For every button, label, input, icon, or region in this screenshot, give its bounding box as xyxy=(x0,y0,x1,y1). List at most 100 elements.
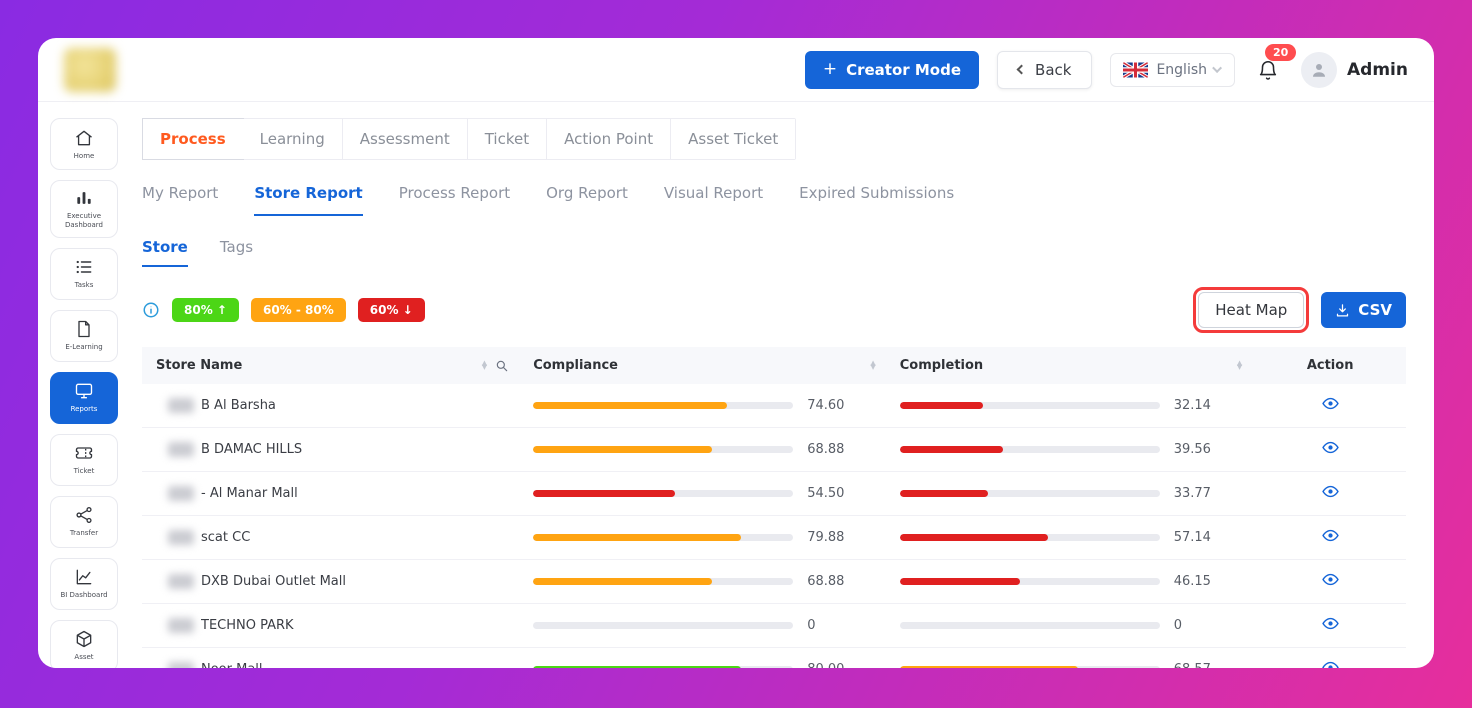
sidebar-item-ticket[interactable]: Ticket xyxy=(50,434,118,486)
tab-assessment[interactable]: Assessment xyxy=(343,119,468,159)
store-name: scat CC xyxy=(201,530,250,545)
download-icon xyxy=(1335,303,1350,318)
back-label: Back xyxy=(1035,61,1071,79)
csv-label: CSV xyxy=(1358,301,1392,319)
legend-low-badge: 60% ↓ xyxy=(358,298,425,322)
app-window: + Creator Mode Back English 20 xyxy=(38,38,1434,668)
home-icon xyxy=(74,128,94,148)
sidebar-item-transfer[interactable]: Transfer xyxy=(50,496,118,548)
sidebar-item-asset[interactable]: Asset xyxy=(50,620,118,669)
plus-icon: + xyxy=(823,61,837,78)
search-icon[interactable] xyxy=(495,359,509,373)
table-body: B Al Barsha 74.60 32.14 B DAMAC HILLS xyxy=(142,384,1406,668)
compliance-value: 79.88 xyxy=(807,530,851,545)
language-label: English xyxy=(1156,62,1207,78)
view-eye-icon[interactable] xyxy=(1322,483,1339,500)
compliance-value: 68.88 xyxy=(807,574,851,589)
tab-action-point[interactable]: Action Point xyxy=(547,119,671,159)
completion-value: 0 xyxy=(1174,618,1218,633)
completion-bar xyxy=(900,490,1160,497)
view-eye-icon[interactable] xyxy=(1322,571,1339,588)
store-name: Noor Mall xyxy=(201,662,263,668)
sort-icon[interactable]: ▲▼ xyxy=(1237,362,1242,370)
person-icon xyxy=(1310,61,1328,79)
tab-expired-submissions[interactable]: Expired Submissions xyxy=(799,184,954,216)
notifications-button[interactable]: 20 xyxy=(1257,58,1279,82)
table-row: DXB Dubai Outlet Mall 68.88 46.15 xyxy=(142,560,1406,604)
back-button[interactable]: Back xyxy=(997,51,1092,89)
sidebar-item-executive-dashboard[interactable]: Executive Dashboard xyxy=(50,180,118,238)
view-eye-icon[interactable] xyxy=(1322,527,1339,544)
sort-icon[interactable]: ▲▼ xyxy=(870,362,875,370)
compliance-bar xyxy=(533,578,793,585)
compliance-value: 68.88 xyxy=(807,442,851,457)
compliance-bar xyxy=(533,490,793,497)
completion-value: 57.14 xyxy=(1174,530,1218,545)
legend-mid-badge: 60% - 80% xyxy=(251,298,346,322)
info-icon[interactable] xyxy=(142,301,160,319)
app-logo xyxy=(64,48,116,92)
tab-learning[interactable]: Learning xyxy=(243,119,343,159)
language-selector[interactable]: English xyxy=(1110,53,1235,87)
avatar xyxy=(1301,52,1337,88)
sidebar-item-reports[interactable]: Reports xyxy=(50,372,118,424)
table-row: Noor Mall 80.00 68.57 xyxy=(142,648,1406,669)
store-name: B DAMAC HILLS xyxy=(201,442,302,457)
top-bar: + Creator Mode Back English 20 xyxy=(38,38,1434,102)
tab-process[interactable]: Process xyxy=(142,118,244,160)
redacted-store-prefix xyxy=(168,574,194,589)
bell-icon xyxy=(1257,58,1279,82)
tab-org-report[interactable]: Org Report xyxy=(546,184,628,216)
completion-bar xyxy=(900,446,1160,453)
tab-asset-ticket[interactable]: Asset Ticket xyxy=(671,119,795,159)
completion-value: 46.15 xyxy=(1174,574,1218,589)
tab-ticket[interactable]: Ticket xyxy=(468,119,547,159)
completion-bar xyxy=(900,402,1160,409)
tab-tags[interactable]: Tags xyxy=(220,238,253,267)
sidebar-item-tasks[interactable]: Tasks xyxy=(50,248,118,300)
sidebar-item-elearning[interactable]: E-Learning xyxy=(50,310,118,362)
redacted-store-prefix xyxy=(168,398,194,413)
store-name: DXB Dubai Outlet Mall xyxy=(201,574,346,589)
redacted-store-prefix xyxy=(168,442,194,457)
heat-map-button[interactable]: Heat Map xyxy=(1198,292,1304,328)
compliance-value: 80.00 xyxy=(807,662,851,668)
redacted-store-prefix xyxy=(168,530,194,545)
chevron-left-icon xyxy=(1017,65,1027,75)
sidebar: Home Executive Dashboard Tasks E-Learnin… xyxy=(50,118,118,668)
bar-chart-icon xyxy=(74,188,94,208)
uk-flag-icon xyxy=(1123,62,1148,78)
view-eye-icon[interactable] xyxy=(1322,659,1339,668)
legend-high-badge: 80% ↑ xyxy=(172,298,239,322)
tab-my-report[interactable]: My Report xyxy=(142,184,218,216)
creator-mode-label: Creator Mode xyxy=(846,61,961,79)
share-icon xyxy=(74,505,94,525)
ticket-icon xyxy=(74,443,94,463)
notification-badge: 20 xyxy=(1265,44,1296,61)
user-menu[interactable]: Admin xyxy=(1301,52,1408,88)
sidebar-item-home[interactable]: Home xyxy=(50,118,118,170)
table-row: B DAMAC HILLS 68.88 39.56 xyxy=(142,428,1406,472)
report-tabs: My Report Store Report Process Report Or… xyxy=(142,184,1406,216)
sort-icon[interactable]: ▲▼ xyxy=(482,362,487,370)
heat-map-annotation-highlight: Heat Map xyxy=(1193,287,1309,333)
tab-visual-report[interactable]: Visual Report xyxy=(664,184,763,216)
asset-cube-icon xyxy=(74,629,94,649)
header-store-name: Store Name ▲▼ xyxy=(142,347,521,384)
view-eye-icon[interactable] xyxy=(1322,395,1339,412)
chevron-down-icon xyxy=(1212,63,1222,73)
view-eye-icon[interactable] xyxy=(1322,439,1339,456)
store-report-table: Store Name ▲▼ Com xyxy=(142,347,1406,668)
completion-bar xyxy=(900,534,1160,541)
tab-process-report[interactable]: Process Report xyxy=(399,184,510,216)
tab-store[interactable]: Store xyxy=(142,238,188,267)
tab-store-report[interactable]: Store Report xyxy=(254,184,362,216)
csv-export-button[interactable]: CSV xyxy=(1321,292,1406,328)
compliance-bar xyxy=(533,402,793,409)
sidebar-item-bi-dashboard[interactable]: BI Dashboard xyxy=(50,558,118,610)
compliance-value: 0 xyxy=(807,618,851,633)
store-name: TECHNO PARK xyxy=(201,618,294,633)
table-row: - Al Manar Mall 54.50 33.77 xyxy=(142,472,1406,516)
view-eye-icon[interactable] xyxy=(1322,615,1339,632)
creator-mode-button[interactable]: + Creator Mode xyxy=(805,51,979,89)
